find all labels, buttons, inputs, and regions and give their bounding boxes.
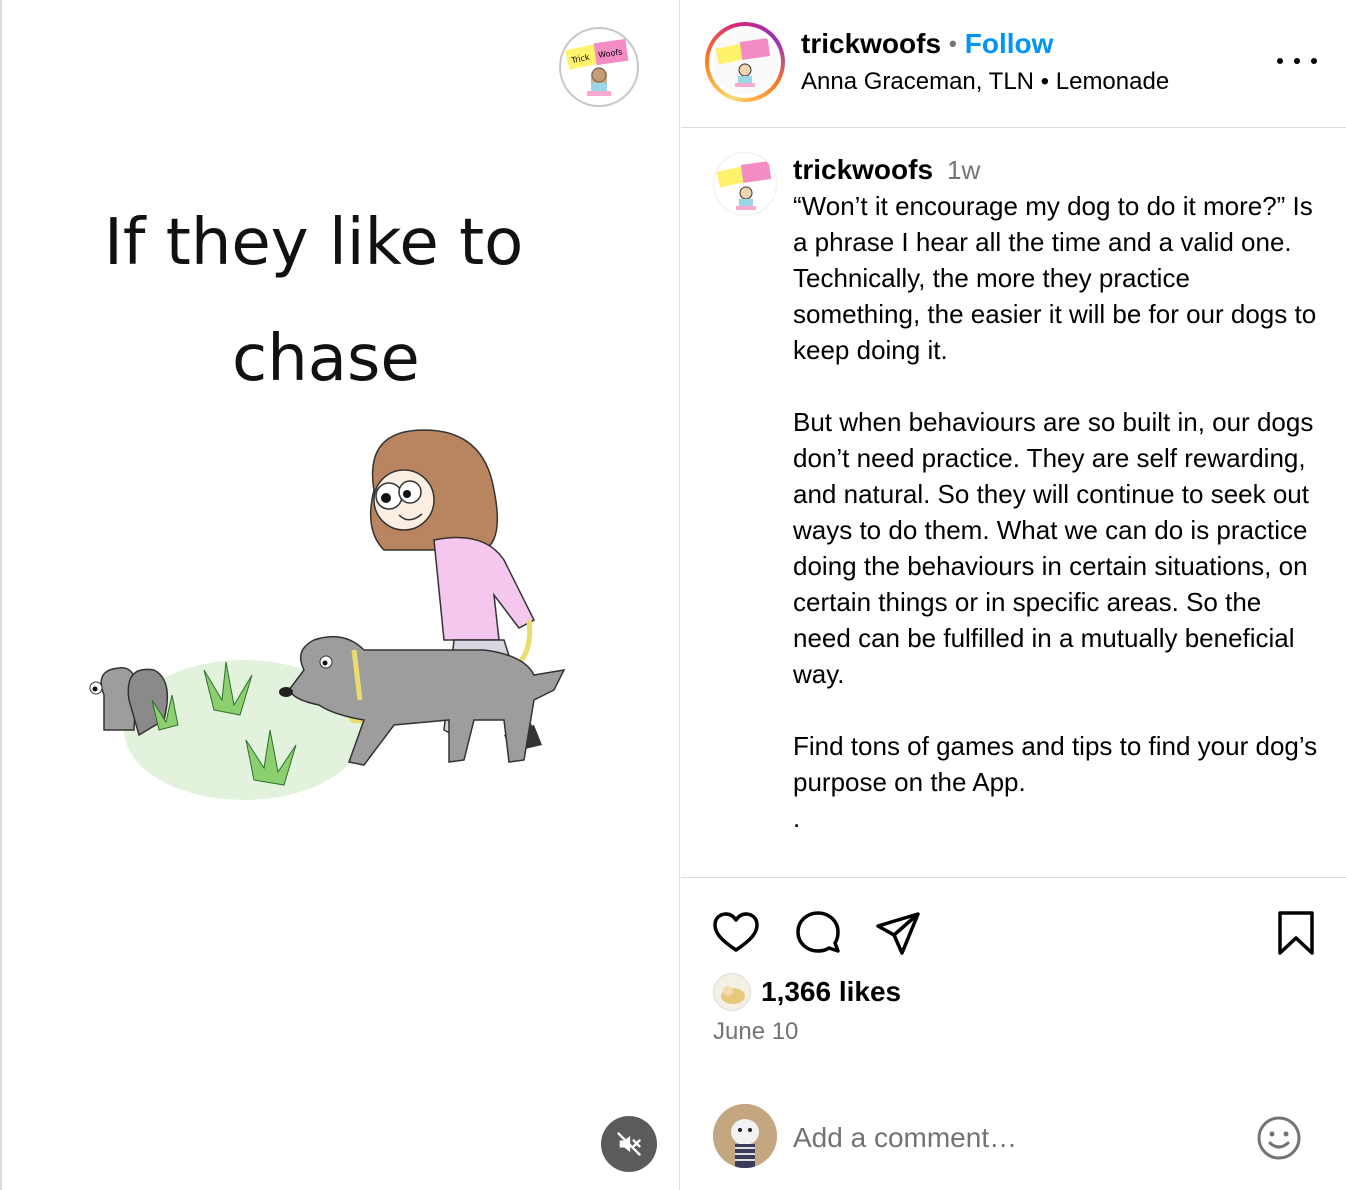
current-user-avatar <box>713 1104 777 1168</box>
media-caption-line-1: If they like to <box>104 206 524 280</box>
post-header: trickwoofs • Follow Anna Graceman, TLN •… <box>681 0 1346 128</box>
media-handwritten-caption: If they like to chase <box>104 185 624 417</box>
like-button[interactable] <box>711 908 761 958</box>
caption-avatar[interactable] <box>713 152 777 216</box>
caption-timestamp[interactable]: 1w <box>947 155 980 185</box>
caption-section: trickwoofs 1w “Won’t it encourage my dog … <box>681 128 1346 878</box>
save-button[interactable] <box>1271 908 1321 958</box>
likes-row: 1,366 likes <box>713 972 901 1012</box>
profile-avatar <box>713 30 777 94</box>
post-dialog: Trick Woofs If they like to chase trickw… <box>0 0 1346 1190</box>
header-user-line: trickwoofs • Follow <box>801 28 1053 60</box>
post-media[interactable]: Trick Woofs If they like to chase <box>4 0 680 1190</box>
emoji-icon <box>1257 1116 1301 1160</box>
caption-username[interactable]: trickwoofs <box>793 154 933 185</box>
follow-button[interactable]: Follow <box>965 28 1054 60</box>
add-comment-input[interactable] <box>793 1118 1233 1158</box>
header-audio-info[interactable]: Anna Graceman, TLN • Lemonade <box>801 68 1169 96</box>
liker-avatar[interactable] <box>713 973 751 1011</box>
likes-count[interactable]: 1,366 likes <box>761 976 901 1008</box>
comment-icon <box>796 911 840 953</box>
mute-toggle-button[interactable] <box>601 1116 657 1172</box>
header-separator: • <box>949 31 957 56</box>
comment-button[interactable] <box>793 908 843 958</box>
header-username[interactable]: trickwoofs <box>801 28 941 60</box>
share-button[interactable] <box>873 908 923 958</box>
caption-text: “Won’t it encourage my dog to do it more… <box>793 191 1318 833</box>
actions-section: 1,366 likes June 10 <box>681 878 1346 1190</box>
post-side-panel: trickwoofs • Follow Anna Graceman, TLN •… <box>681 0 1346 1190</box>
story-ring-avatar[interactable] <box>705 22 785 102</box>
share-icon <box>876 912 920 955</box>
media-brand-logo: Trick Woofs <box>559 27 639 107</box>
post-date[interactable]: June 10 <box>713 1018 798 1046</box>
muted-speaker-icon <box>617 1132 641 1156</box>
more-horizontal-icon <box>1277 58 1283 64</box>
bookmark-icon <box>1278 911 1314 955</box>
emoji-button[interactable] <box>1255 1114 1303 1162</box>
illustration-girl-dog-squirrel <box>89 429 566 800</box>
heart-icon <box>713 912 759 952</box>
caption-user-line: trickwoofs 1w <box>793 154 980 186</box>
more-options-button[interactable] <box>1277 46 1317 76</box>
